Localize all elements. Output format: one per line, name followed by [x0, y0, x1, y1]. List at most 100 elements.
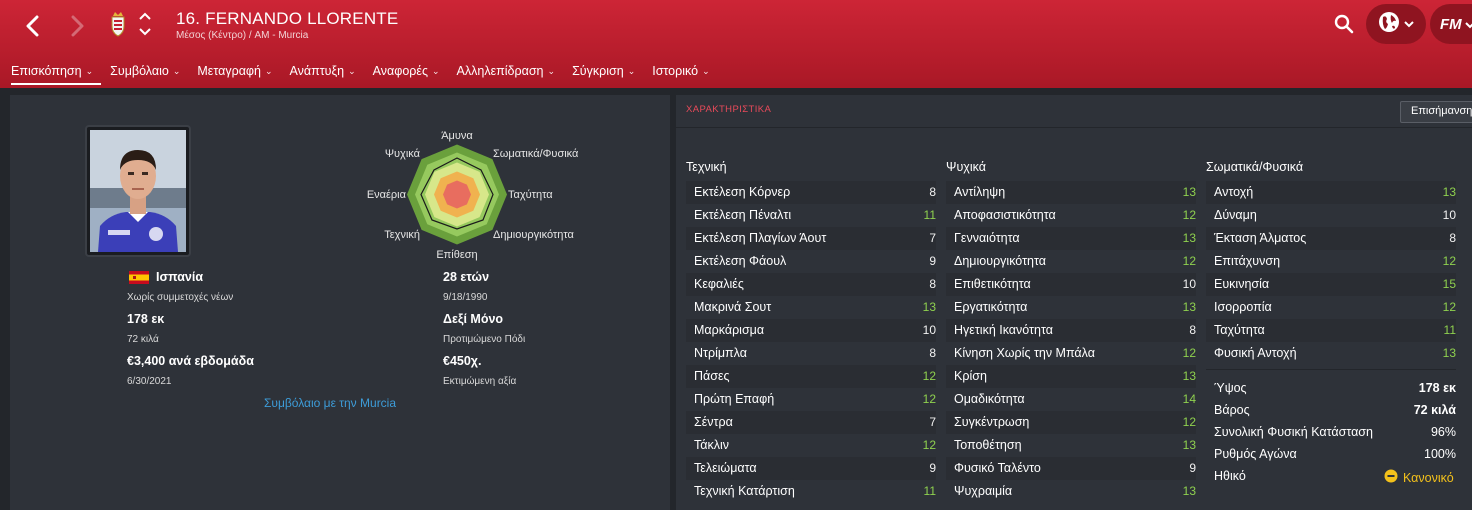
attribute-row[interactable]: Ταχύτητα 11 [1206, 319, 1456, 342]
tab-0[interactable]: Επισκόπηση ⌄ [5, 58, 102, 85]
attribute-row[interactable]: Ψυχραιμία 13 [946, 480, 1196, 503]
attribute-row[interactable]: Εκτέλεση Φάουλ 9 [686, 250, 936, 273]
attribute-row[interactable]: Φυσικό Ταλέντο 9 [946, 457, 1196, 480]
attribute-value: 12 [1182, 208, 1196, 222]
attribute-value: 8 [1449, 231, 1456, 245]
wage-value: €3,400 ανά εβδομάδα [127, 354, 254, 368]
stat-name: Ύψος [1214, 381, 1247, 395]
stat-name: Ρυθμός Αγώνα [1214, 447, 1297, 461]
tab-label: Αλληλεπίδραση [456, 64, 544, 78]
attribute-row[interactable]: Ηγετική Ικανότητα 8 [946, 319, 1196, 342]
attribute-row[interactable]: Ισορροπία 12 [1206, 296, 1456, 319]
tab-4[interactable]: Αναφορές ⌄ [367, 58, 446, 84]
attribute-value: 13 [1182, 185, 1196, 199]
chevron-down-icon [1464, 16, 1472, 33]
attribute-row[interactable]: Κρίση 13 [946, 365, 1196, 388]
stat-row: Βάρος 72 κιλά [1214, 403, 1456, 425]
attribute-row[interactable]: Πάσες 12 [686, 365, 936, 388]
attribute-row[interactable]: Επιτάχυνση 12 [1206, 250, 1456, 273]
world-menu-button[interactable] [1366, 4, 1426, 44]
attribute-name: Μακρινά Σουτ [694, 300, 772, 314]
fm-menu-button[interactable]: FM [1430, 4, 1472, 44]
attribute-name: Τοποθέτηση [954, 438, 1022, 452]
player-photo [85, 125, 191, 257]
attribute-row[interactable]: Γενναιότητα 13 [946, 227, 1196, 250]
radar-label: Δημιουργικότητα [493, 229, 575, 241]
physical-title: Σωματικά/Φυσικά [1206, 160, 1304, 174]
attribute-row[interactable]: Ντρίμπλα 8 [686, 342, 936, 365]
tab-6[interactable]: Σύγκριση ⌄ [566, 58, 641, 84]
attribute-value: 12 [1182, 415, 1196, 429]
attribute-row[interactable]: Συγκέντρωση 12 [946, 411, 1196, 434]
attribute-row[interactable]: Ευκινησία 15 [1206, 273, 1456, 296]
forward-arrow-icon[interactable] [64, 12, 92, 40]
search-icon[interactable] [1334, 14, 1354, 34]
attribute-name: Πάσες [694, 369, 730, 383]
attribute-row[interactable]: Κίνηση Χωρίς την Μπάλα 12 [946, 342, 1196, 365]
attribute-name: Τάκλιν [694, 438, 730, 452]
attribute-row[interactable]: Εκτέλεση Κόρνερ 8 [686, 181, 936, 204]
attribute-row[interactable]: Μακρινά Σουτ 13 [686, 296, 936, 319]
attribute-row[interactable]: Φυσική Αντοχή 13 [1206, 342, 1456, 365]
attribute-value: 7 [929, 415, 936, 429]
contract-end: 6/30/2021 [127, 376, 172, 387]
attribute-row[interactable]: Αποφασιστικότητα 12 [946, 204, 1196, 227]
attribute-value: 11 [923, 484, 936, 498]
attribute-value: 12 [1182, 346, 1196, 360]
attribute-value: 10 [1442, 208, 1456, 222]
attribute-row[interactable]: Έκταση Άλματος 8 [1206, 227, 1456, 250]
attribute-value: 13 [1182, 231, 1196, 245]
attribute-row[interactable]: Μαρκάρισμα 10 [686, 319, 936, 342]
attribute-row[interactable]: Εκτέλεση Πλαγίων Άουτ 7 [686, 227, 936, 250]
stat-row: Ύψος 178 εκ [1214, 381, 1456, 403]
attribute-row[interactable]: Τεχνική Κατάρτιση 11 [686, 480, 936, 503]
attribute-value: 8 [1189, 323, 1196, 337]
stat-name: Συνολική Φυσική Κατάσταση [1214, 425, 1373, 439]
date-of-birth: 9/18/1990 [443, 292, 488, 303]
attribute-name: Ισορροπία [1214, 300, 1272, 314]
contract-link[interactable]: Συμβόλαιο με την Murcia [264, 396, 396, 410]
attribute-name: Εκτέλεση Πέναλτι [694, 208, 792, 222]
player-switch-updown-icon[interactable] [138, 10, 152, 38]
attribute-value: 11 [923, 208, 936, 222]
attribute-row[interactable]: Εργατικότητα 13 [946, 296, 1196, 319]
attribute-name: Φυσική Αντοχή [1214, 346, 1297, 360]
club-crest-icon[interactable] [108, 11, 128, 37]
attribute-row[interactable]: Τοποθέτηση 13 [946, 434, 1196, 457]
attribute-name: Φυσικό Ταλέντο [954, 461, 1041, 475]
attribute-row[interactable]: Εκτέλεση Πέναλτι 11 [686, 204, 936, 227]
attribute-value: 14 [1182, 392, 1196, 406]
attribute-row[interactable]: Σέντρα 7 [686, 411, 936, 434]
tab-1[interactable]: Συμβόλαιο ⌄ [104, 58, 186, 84]
chevron-down-icon: ⌄ [172, 65, 181, 76]
player-subtitle: Μέσος (Κέντρο) / AM - Murcia [176, 30, 309, 41]
attribute-row[interactable]: Επιθετικότητα 10 [946, 273, 1196, 296]
attributes-heading: ΧΑΡΑΚΤΗΡΙΣΤΙΚΑ [686, 104, 772, 115]
tab-7[interactable]: Ιστορικό ⌄ [646, 58, 715, 84]
attribute-row[interactable]: Δημιουργικότητα 12 [946, 250, 1196, 273]
tab-3[interactable]: Ανάπτυξη ⌄ [284, 58, 362, 84]
attribute-value: 8 [929, 185, 936, 199]
tab-5[interactable]: Αλληλεπίδραση ⌄ [451, 58, 562, 84]
attribute-row[interactable]: Αντοχή 13 [1206, 181, 1456, 204]
attribute-value: 12 [1182, 254, 1196, 268]
radar-label: Ψυχικά [385, 148, 421, 160]
attribute-row[interactable]: Αντίληψη 13 [946, 181, 1196, 204]
back-arrow-icon[interactable] [18, 12, 46, 40]
attribute-row[interactable]: Πρώτη Επαφή 12 [686, 388, 936, 411]
attribute-row[interactable]: Δύναμη 10 [1206, 204, 1456, 227]
attribute-value: 8 [929, 277, 936, 291]
attribute-value: 9 [1189, 461, 1196, 475]
attribute-row[interactable]: Κεφαλιές 8 [686, 273, 936, 296]
attribute-name: Κίνηση Χωρίς την Μπάλα [954, 346, 1095, 360]
radar-label: Ταχύτητα [508, 189, 553, 201]
tab-2[interactable]: Μεταγραφή ⌄ [191, 58, 278, 84]
highlight-button[interactable]: Επισήμανση [1400, 101, 1472, 123]
attribute-value: 8 [929, 346, 936, 360]
attribute-row[interactable]: Ομαδικότητα 14 [946, 388, 1196, 411]
chevron-down-icon: ⌄ [627, 65, 636, 76]
attribute-row[interactable]: Τελειώματα 9 [686, 457, 936, 480]
attribute-value: 12 [922, 392, 936, 406]
attribute-row[interactable]: Τάκλιν 12 [686, 434, 936, 457]
attribute-name: Εκτέλεση Κόρνερ [694, 185, 791, 199]
